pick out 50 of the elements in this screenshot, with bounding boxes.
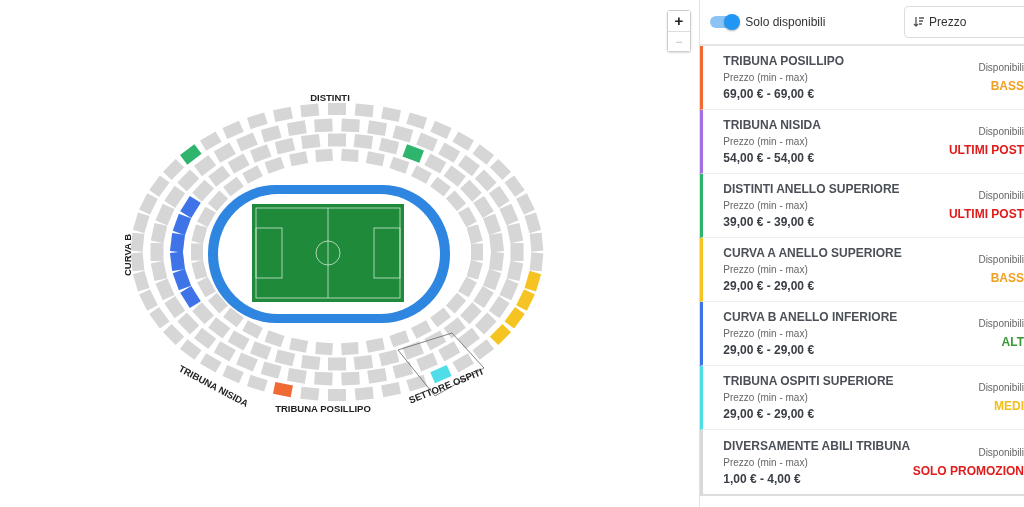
sector-name: DISTINTI ANELLO SUPERIORE — [723, 182, 900, 196]
sort-icon — [913, 16, 925, 28]
sort-select[interactable]: Prezzo — [904, 6, 1024, 38]
sector-name: TRIBUNA OSPITI SUPERIORE — [723, 374, 894, 388]
price-label: Prezzo (min - max) — [723, 200, 809, 211]
sector-name: CURVA A ANELLO SUPERIORE — [723, 246, 902, 260]
price-range: 69,00 € - 69,00 € — [723, 87, 816, 101]
availability-status: ALT — [1001, 335, 1024, 349]
price-label: Prezzo (min - max) — [723, 72, 809, 83]
price-label: Prezzo (min - max) — [723, 328, 809, 339]
sector-card[interactable]: TRIBUNA POSILLIPO Prezzo (min - max) 69,00 € - 69,00 € Disponibili BASS — [700, 46, 1024, 110]
availability-status: ULTIMI POST — [948, 207, 1024, 221]
availability-label: Disponibili — [978, 190, 1024, 201]
availability-label: Disponibili — [978, 446, 1024, 458]
availability-label: Disponibili — [978, 318, 1024, 329]
sector-name: DIVERSAMENTE ABILI TRIBUNA — [723, 438, 911, 453]
price-label: Prezzo (min - max) — [723, 456, 809, 468]
sector-card[interactable]: CURVA A ANELLO SUPERIORE Prezzo (min - max) 29,00 € - 29,00 € Disponibili BASS — [700, 238, 1024, 302]
zoom-in-button[interactable]: + — [668, 11, 690, 31]
sector-label: CURVA B — [122, 233, 133, 277]
sector-label: DISTINTI — [310, 92, 350, 103]
sector-card[interactable]: TRIBUNA NISIDA Prezzo (min - max) 54,00 € - 54,00 € Disponibili ULTIMI POST — [700, 110, 1024, 174]
availability-label: Disponibili — [978, 254, 1024, 265]
price-range: 54,00 € - 54,00 € — [723, 151, 816, 165]
sector-label: TRIBUNA POSILLIPO — [275, 403, 371, 414]
toggle-switch[interactable] — [710, 16, 739, 28]
availability-label: Disponibili — [978, 382, 1024, 393]
sector-card[interactable]: DISTINTI ANELLO SUPERIORE Prezzo (min - max) 39,00 € - 39,00 € Disponibili ULTIMI POST — [700, 174, 1024, 238]
sector-name: CURVA B ANELLO INFERIORE — [723, 310, 898, 324]
price-range: 29,00 € - 29,00 € — [723, 279, 816, 293]
sector-card[interactable]: TRIBUNA OSPITI SUPERIORE Prezzo (min - max) 29,00 € - 29,00 € Disponibili MEDI — [700, 366, 1024, 430]
price-range: 29,00 € - 29,00 € — [723, 343, 816, 357]
sector-name: TRIBUNA NISIDA — [723, 118, 821, 132]
sector-card[interactable]: DIVERSAMENTE ABILI TRIBUNA Prezzo (min - max) 1,00 € - 4,00 € Disponibili SOLO PROMOZION — [700, 430, 1024, 496]
price-range: 1,00 € - 4,00 € — [723, 471, 802, 486]
availability-status: ULTIMI POST — [948, 143, 1024, 157]
availability-status: BASS — [990, 271, 1024, 285]
availability-status: SOLO PROMOZION — [912, 463, 1024, 478]
availability-label: Disponibili — [978, 126, 1024, 137]
price-label: Prezzo (min - max) — [723, 136, 809, 147]
availability-status: MEDI — [994, 399, 1024, 413]
availability-label: Disponibili — [978, 62, 1024, 73]
toggle-label: Solo disponibili — [745, 15, 826, 29]
sector-name: TRIBUNA POSILLIPO — [723, 54, 845, 68]
price-range: 29,00 € - 29,00 € — [723, 407, 816, 421]
availability-status: BASS — [990, 79, 1024, 93]
sector-card[interactable]: CURVA B ANELLO INFERIORE Prezzo (min - max) 29,00 € - 29,00 € Disponibili ALT — [700, 302, 1024, 366]
price-range: 39,00 € - 39,00 € — [723, 215, 816, 229]
price-label: Prezzo (min - max) — [723, 392, 809, 403]
price-label: Prezzo (min - max) — [723, 264, 809, 275]
